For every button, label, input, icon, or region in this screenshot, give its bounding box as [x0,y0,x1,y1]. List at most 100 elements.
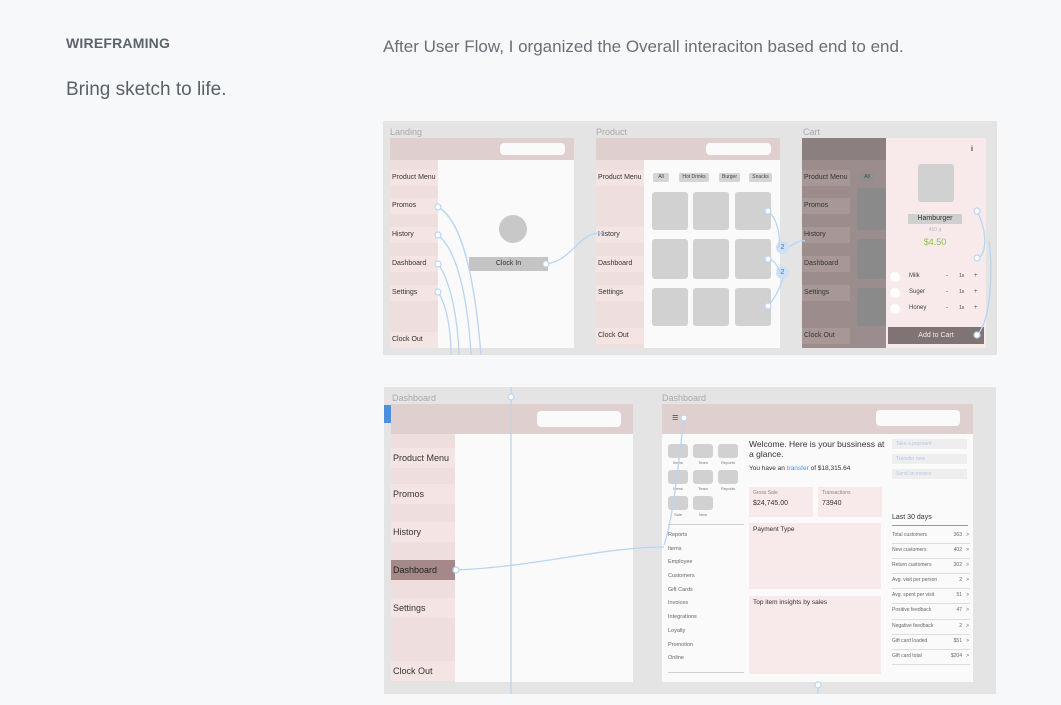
stat-row[interactable]: Avg. visit per person 2 > [892,574,970,590]
clock-in-button[interactable]: Clock In [469,257,548,271]
nav-item-loyalty[interactable]: Loyalty [668,628,744,642]
landing-menu-history[interactable]: History [390,227,438,243]
product-tile[interactable] [735,239,771,279]
nav-item-invoices[interactable]: Invoices [668,600,744,614]
cart-menu-history[interactable]: History [802,227,850,243]
stat-row[interactable]: Return customers 302 > [892,559,970,575]
nav-item-online[interactable]: Online [668,655,744,669]
chevron-right-icon: > [966,622,969,629]
nav-item-gift-cards[interactable]: Gift Cards [668,587,744,601]
stat-row[interactable]: Gift card loaded $51 > [892,635,970,650]
option-plus-button[interactable]: + [974,305,978,311]
cart-menu-settings[interactable]: Settings [802,285,850,301]
option-minus-button[interactable]: - [946,289,948,295]
stat-row[interactable]: Gift card total $204 > [892,650,970,665]
product-chip-hot-drinks[interactable]: Hot Drinks [679,173,709,182]
nav-item-promotion[interactable]: Promotion [668,642,744,656]
option-plus-button[interactable]: + [974,273,978,279]
product-tile[interactable] [693,192,729,230]
option-radio[interactable] [890,288,900,298]
quick-team-icon[interactable] [693,444,713,458]
cart-item-weight: 450 g [928,227,942,233]
landing-menu-clock-out[interactable]: Clock Out [390,332,438,348]
option-name: Honey [909,305,927,311]
cart-menu-promos[interactable]: Promos [802,198,850,214]
product-chip-all[interactable]: All [653,173,669,182]
product-menu-dashboard[interactable]: Dashboard [596,256,644,272]
quick-sale-icon[interactable] [668,496,688,510]
dashboard-nav-menu-settings[interactable]: Settings [391,598,455,618]
send-invoice-button[interactable]: Send an invoice [892,469,967,479]
quick-icon-label: Reports [720,486,735,491]
stat-row[interactable]: Avg. spent per visit 51 > [892,589,970,605]
quick-reports-icon[interactable] [718,444,738,458]
stat-value: 402 [953,547,962,554]
dashboard-nav-menu-product-menu[interactable]: Product Menu [391,448,455,468]
product-menu-product-menu[interactable]: Product Menu [596,170,644,186]
menu-icon[interactable]: ≡ [672,412,678,424]
stat-row[interactable]: Positive feedback 47 > [892,604,970,620]
option-radio[interactable] [890,272,900,282]
landing-menu-promos[interactable]: Promos [390,198,438,214]
product-tile[interactable] [652,239,688,279]
product-chip-burger[interactable]: Burger [719,173,740,182]
product-menu-settings[interactable]: Settings [596,285,644,301]
stat-row[interactable]: Negative feedback 2 > [892,620,970,635]
dashboard-nav-search-field[interactable] [537,411,621,427]
chevron-right-icon: > [966,562,969,569]
nav-item-items[interactable]: Items [668,546,744,560]
stat-row[interactable]: Total customers 363 > [892,529,970,545]
option-minus-button[interactable]: - [946,273,948,279]
quick-icon-label: Sale [673,512,682,517]
dashboard-nav-menu-history[interactable]: History [391,522,455,542]
info-icon[interactable]: i [968,146,976,154]
quick-new-icon[interactable] [693,496,713,510]
landing-menu-dashboard[interactable]: Dashboard [390,256,438,272]
option-minus-button[interactable]: - [946,305,948,311]
dashboard-nav-menu-promos[interactable]: Promos [391,484,455,504]
product-tile[interactable] [735,192,771,230]
flow-count-badge: 2 [776,266,789,279]
dashboard-nav-menu-clock-out[interactable]: Clock Out [391,661,455,681]
chevron-right-icon: > [966,652,969,659]
nav-item-integrations[interactable]: Integrations [668,614,744,628]
cart-screen: Product Menu Promos History Dashboard Se… [802,138,986,348]
product-menu-clock-out[interactable]: Clock Out [596,328,644,344]
dashboard-search-field[interactable] [876,410,960,426]
option-plus-button[interactable]: + [974,289,978,295]
product-menu-history[interactable]: History [596,227,644,243]
stat-row[interactable]: New customers 402 > [892,544,970,560]
option-quantity: 1x [959,305,965,311]
transfer-now-button[interactable]: Transfer now [892,454,967,464]
quick-team-icon[interactable] [693,470,713,484]
cart-menu-dashboard[interactable]: Dashboard [802,256,850,272]
cart-chip-all[interactable]: All [859,173,875,182]
selection-handle [384,405,391,423]
product-tile[interactable] [693,239,729,279]
quick-items-icon[interactable] [668,444,688,458]
take-payment-button[interactable]: Take a payment [892,439,967,449]
product-tile[interactable] [652,192,688,230]
landing-menu-settings[interactable]: Settings [390,285,438,301]
nav-item-customers[interactable]: Customers [668,573,744,587]
cart-menu-product-menu[interactable]: Product Menu [802,170,850,186]
top-items-title: Top item insights by sales [753,599,828,606]
nav-item-employee[interactable]: Employee [668,559,744,573]
option-radio[interactable] [890,304,900,314]
add-to-cart-button[interactable]: Add to Cart [888,327,984,344]
landing-search-field[interactable] [500,143,565,155]
nav-item-reports[interactable]: Reports [668,532,744,546]
transactions-label: Transactions [822,490,851,496]
product-tile[interactable] [693,288,729,326]
transfer-link[interactable]: transfer [787,465,809,472]
product-tile[interactable] [652,288,688,326]
cart-menu-clock-out[interactable]: Clock Out [802,328,850,344]
dashboard-nav-menu-dashboard[interactable]: Dashboard [391,560,455,580]
product-sidebar: Product Menu History Dashboard Settings … [596,160,644,348]
product-search-field[interactable] [706,143,771,155]
product-tile[interactable] [735,288,771,326]
quick-reports-icon[interactable] [718,470,738,484]
product-chip-snacks[interactable]: Snacks [749,173,772,182]
landing-menu-product-menu[interactable]: Product Menu [390,170,438,186]
quick-items-icon[interactable] [668,470,688,484]
